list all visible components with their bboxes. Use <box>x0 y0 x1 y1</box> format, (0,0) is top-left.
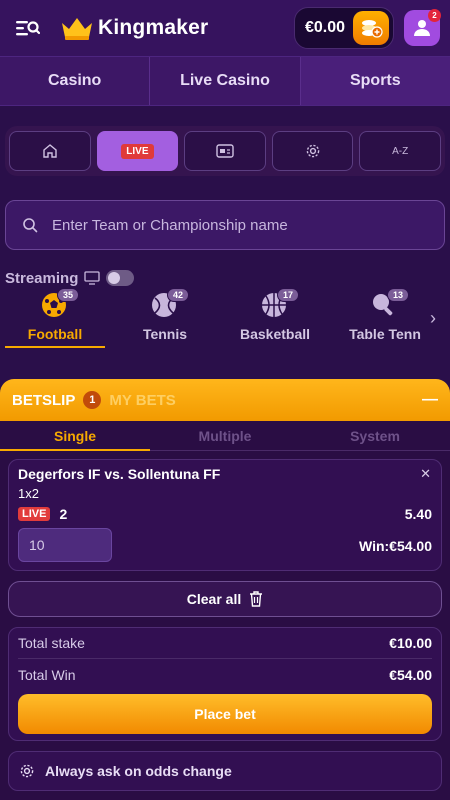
monitor-icon <box>84 271 101 285</box>
live-filter-button[interactable]: LIVE <box>96 131 179 171</box>
odds-change-label: Always ask on odds change <box>45 763 232 779</box>
bet-odds: 5.40 <box>404 506 432 522</box>
tab-multiple[interactable]: Multiple <box>150 421 300 450</box>
live-chip: LIVE <box>121 143 154 159</box>
sport-label: Basketball <box>239 326 311 342</box>
stake-input[interactable]: 10 <box>18 528 112 562</box>
streaming-toggle[interactable] <box>106 270 135 286</box>
search-placeholder: Enter Team or Championship name <box>52 216 288 234</box>
chevron-right-icon[interactable]: › <box>430 308 436 329</box>
tab-casino[interactable]: Casino <box>0 57 151 105</box>
sport-label: Tennis <box>142 326 188 342</box>
ticket-icon <box>216 144 234 158</box>
streaming-label: Streaming <box>5 269 79 287</box>
tab-sports[interactable]: Sports <box>300 57 450 105</box>
home-icon <box>43 144 57 158</box>
clear-all-button[interactable]: Clear all <box>8 581 442 617</box>
top-header: Kingmaker €0.00 2 <box>0 0 450 56</box>
close-icon[interactable]: ✕ <box>420 466 431 482</box>
settings-filter-button[interactable] <box>271 131 354 171</box>
balance-pill[interactable]: €0.00 <box>293 7 394 49</box>
sport-label: Table Tenn <box>349 326 421 342</box>
bet-selection: 2 <box>59 506 68 522</box>
sport-filter-bar: LIVE A-Z <box>5 126 445 176</box>
sport-tennis[interactable]: 42 Tennis <box>110 288 220 348</box>
place-bet-button[interactable]: Place bet <box>18 694 432 734</box>
total-win-value: €54.00 <box>389 666 432 683</box>
user-icon <box>414 20 430 36</box>
sport-count: 35 <box>57 288 80 302</box>
bet-market: 1x2 <box>18 486 39 501</box>
gear-icon <box>20 764 34 778</box>
az-filter-button[interactable]: A-Z <box>359 131 441 171</box>
bet-card: Degerfors IF vs. Sollentuna FF ✕ 1x2 LIV… <box>8 459 442 571</box>
total-win-label: Total Win <box>18 666 76 683</box>
betslip-count-badge: 1 <box>83 391 102 409</box>
total-stake-value: €10.00 <box>389 635 432 651</box>
sport-count: 13 <box>387 288 410 302</box>
totals-panel: Total stake €10.00 Total Win €54.00 Plac… <box>8 627 442 741</box>
ticket-filter-button[interactable] <box>184 131 266 171</box>
sport-label: Football <box>27 326 83 342</box>
tab-system[interactable]: System <box>300 421 450 450</box>
total-stake-label: Total stake <box>18 635 85 651</box>
bet-type-tabs: Single Multiple System <box>0 421 450 451</box>
trash-icon <box>250 591 263 607</box>
crown-icon <box>62 18 92 40</box>
search-input[interactable]: Enter Team or Championship name <box>5 200 445 250</box>
gear-icon <box>306 144 319 158</box>
live-tag: LIVE <box>18 507 51 521</box>
sport-count: 17 <box>277 288 300 302</box>
tab-single[interactable]: Single <box>0 421 150 451</box>
coins-plus-icon <box>362 20 383 38</box>
home-filter-button[interactable] <box>9 131 91 171</box>
deposit-button[interactable] <box>353 11 389 45</box>
betslip-tab[interactable]: BETSLIP <box>12 392 75 409</box>
balance-amount: €0.00 <box>304 19 345 36</box>
sport-table-tennis[interactable]: 13 Table Tenn <box>330 288 440 348</box>
active-sport-underline <box>5 346 105 348</box>
my-bets-tab[interactable]: MY BETS <box>109 392 175 409</box>
potential-win: Win:€54.00 <box>358 538 432 554</box>
brand-name: Kingmaker <box>98 16 209 39</box>
search-icon <box>23 218 38 233</box>
clear-all-label: Clear all <box>186 591 242 607</box>
sport-count: 42 <box>167 288 190 302</box>
sport-basketball[interactable]: 17 Basketball <box>220 288 330 348</box>
main-tabs: Casino Live Casino Sports <box>0 56 450 106</box>
notification-badge: 2 <box>428 9 441 22</box>
account-button[interactable]: 2 <box>404 9 441 46</box>
betslip-panel: BETSLIP 1 MY BETS — Single Multiple Syst… <box>0 379 450 800</box>
bet-match: Degerfors IF vs. Sollentuna FF <box>18 466 221 482</box>
betslip-header[interactable]: BETSLIP 1 MY BETS — <box>0 379 450 421</box>
streaming-row: Streaming <box>5 268 450 288</box>
odds-change-setting[interactable]: Always ask on odds change <box>8 751 442 791</box>
collapse-icon[interactable]: — <box>422 391 438 409</box>
sport-football[interactable]: 35 Football <box>0 288 110 348</box>
logo[interactable]: Kingmaker <box>60 15 208 41</box>
menu-search-icon[interactable] <box>16 17 42 39</box>
sports-carousel: 35 Football 42 Tennis 17 Basketball 13 T… <box>0 288 450 350</box>
tab-live-casino[interactable]: Live Casino <box>150 57 301 105</box>
